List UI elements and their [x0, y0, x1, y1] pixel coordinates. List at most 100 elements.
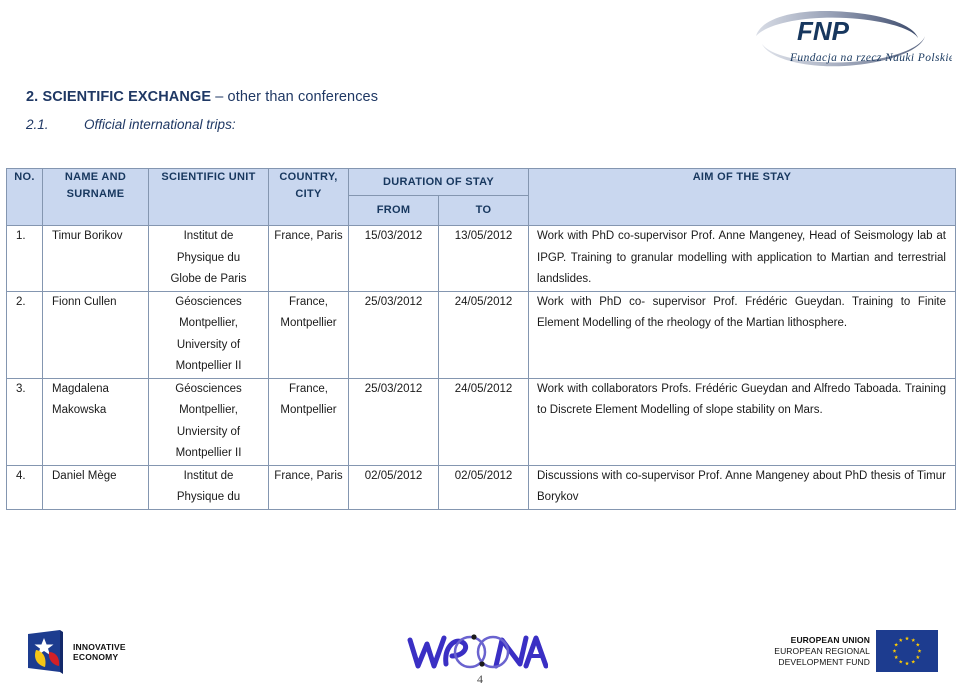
col-header-scientific-unit: SCIENTIFIC UNIT	[148, 168, 269, 226]
cell-country-city-line: France, Paris	[274, 469, 343, 482]
cell-scientific-unit-line: Institut de	[183, 469, 234, 482]
section-heading: 2. SCIENTIFIC EXCHANGE – other than conf…	[26, 86, 726, 108]
cell-no-line: 3.	[16, 382, 26, 395]
cell-scientific-unit-line: Géosciences	[175, 295, 242, 308]
innovative-economy-text: INNOVATIVE ECONOMY	[73, 642, 126, 663]
col-header-country-line2: CITY	[295, 188, 322, 200]
cell-country-city-line: Montpellier	[280, 404, 337, 416]
eu-flag-icon	[876, 630, 938, 672]
col-header-to: TO	[438, 195, 529, 226]
col-header-name-line1: NAME AND	[64, 171, 127, 183]
cell-to-date-line: 24/05/2012	[454, 382, 513, 395]
cell-scientific-unit-line: Physique du	[176, 491, 241, 503]
section-title: SCIENTIFIC EXCHANGE	[42, 89, 212, 105]
fnp-tagline: Fundacja na rzecz Nauki Polskiej	[789, 52, 952, 64]
cell-country-city: France, Paris	[268, 225, 349, 292]
page-number: 4	[477, 672, 483, 686]
col-header-aim: AIM OF THE STAY	[528, 168, 956, 226]
cell-country-city-line: Montpellier	[280, 317, 337, 329]
cell-to-date-line: 24/05/2012	[454, 295, 513, 308]
cell-name: Timur Borikov	[42, 225, 149, 292]
cell-to-date-line: 13/05/2012	[454, 230, 513, 242]
section-number: 2.	[26, 89, 39, 105]
innovative-economy-icon	[28, 630, 63, 674]
cell-to-date: 24/05/2012	[438, 290, 529, 379]
cell-to-date-line: 02/05/2012	[454, 469, 513, 482]
table-header: NO. NAME AND SURNAME SCIENTIFIC UNIT COU…	[6, 168, 956, 226]
cell-name: Daniel Mège	[42, 464, 149, 510]
col-header-no: NO.	[6, 168, 43, 226]
cell-scientific-unit-line: Montpellier,	[179, 317, 238, 329]
cell-to-date: 02/05/2012	[438, 464, 529, 510]
subsection-number: 2.1.	[26, 117, 49, 132]
subsection-heading: 2.1. Official international trips:	[26, 115, 726, 135]
innovative-economy-line2: ECONOMY	[73, 652, 119, 662]
table-row: 4. Daniel Mège Institut de Physique du Franc…	[6, 464, 956, 510]
cell-country-city-line: France,	[289, 295, 328, 308]
european-union-logo: EUROPEAN UNION EUROPEAN REGIONAL DEVELOP…	[774, 630, 938, 672]
fnp-logo-svg: FNP Fundacja na rzecz Nauki Polskiej	[756, 11, 958, 67]
cell-from-date-line: 02/05/2012	[364, 469, 423, 482]
cell-no: 4.	[6, 464, 43, 510]
table-body: 1. Timur Borikov Institut de Physique du Glo…	[6, 225, 956, 510]
eu-line2: EUROPEAN REGIONAL	[774, 645, 870, 656]
col-header-country-city: COUNTRY, CITY	[268, 168, 349, 226]
cell-from-date: 25/03/2012	[348, 290, 439, 379]
subsection-title: Official international trips:	[84, 117, 236, 132]
col-header-name: NAME AND SURNAME	[42, 168, 149, 226]
cell-aim-of-stay: Work with PhD co-supervisor Prof. Anne M…	[528, 225, 956, 292]
cell-country-city-line: France,	[289, 382, 328, 395]
cell-country-city: France, Montpellier	[268, 290, 349, 379]
cell-scientific-unit-line: Géosciences	[175, 382, 242, 395]
cell-country-city: France, Paris	[268, 464, 349, 510]
cell-name-line: Timur Borikov	[52, 230, 123, 242]
cell-no: 1.	[6, 225, 43, 292]
cell-no-line: 1.	[16, 230, 26, 242]
table-row: 2. Fionn Cullen Géosciences Montpellier, Uni…	[6, 290, 956, 379]
cell-scientific-unit: Institut de Physique du	[148, 464, 269, 510]
cell-scientific-unit: Géosciences Montpellier, University of Mont…	[148, 290, 269, 379]
cell-scientific-unit: Institut de Physique du Globe de Paris	[148, 225, 269, 292]
trips-table-wrapper: NO. NAME AND SURNAME SCIENTIFIC UNIT COU…	[6, 168, 956, 510]
fnp-acronym: FNP	[797, 16, 850, 46]
cell-scientific-unit-line: Globe de Paris	[170, 273, 247, 285]
cell-name-line: Makowska	[52, 404, 107, 416]
cell-from-date-line: 25/03/2012	[364, 382, 423, 395]
innovative-economy-logo: INNOVATIVE ECONOMY	[22, 628, 126, 676]
trips-table: NO. NAME AND SURNAME SCIENTIFIC UNIT COU…	[6, 168, 956, 510]
cell-aim-of-stay: Work with collaborators Profs. Frédéric …	[528, 377, 956, 466]
cell-scientific-unit: Géosciences Montpellier, Unviersity of Mont…	[148, 377, 269, 466]
cell-name-line: Fionn Cullen	[52, 295, 117, 308]
cell-to-date: 24/05/2012	[438, 377, 529, 466]
eu-line1: EUROPEAN UNION	[790, 634, 870, 645]
cell-scientific-unit-line: Montpellier II	[175, 447, 242, 459]
col-header-from: FROM	[348, 195, 439, 226]
cell-aim-of-stay: Work with PhD co- supervisor Prof. Frédé…	[528, 290, 956, 379]
cell-scientific-unit-line: Physique du	[176, 251, 241, 264]
table-row: 3. Magdalena Makowska Géosciences Montpellie…	[6, 377, 956, 466]
cell-name-line: Magdalena	[52, 382, 109, 395]
cell-name-line: Daniel Mège	[52, 469, 117, 482]
cell-no: 3.	[6, 377, 43, 466]
cell-scientific-unit-line: Unviersity of	[176, 425, 241, 438]
cell-name: Magdalena Makowska	[42, 377, 149, 466]
innovative-economy-line1: INNOVATIVE	[73, 641, 126, 652]
cell-from-date-line: 25/03/2012	[364, 295, 423, 308]
cell-no-line: 2.	[16, 295, 26, 308]
table-row: 1. Timur Borikov Institut de Physique du Glo…	[6, 225, 956, 292]
cell-country-city: France, Montpellier	[268, 377, 349, 466]
cell-no-line: 4.	[16, 469, 26, 482]
cell-scientific-unit-line: Montpellier,	[179, 404, 238, 416]
header-row-1: NO. NAME AND SURNAME SCIENTIFIC UNIT COU…	[6, 168, 956, 226]
cell-scientific-unit-line: University of	[176, 338, 241, 351]
cell-from-date: 25/03/2012	[348, 377, 439, 466]
section-suffix: – other than conferences	[215, 89, 379, 105]
cell-aim-of-stay: Discussions with co-supervisor Prof. Ann…	[528, 464, 956, 510]
cell-no: 2.	[6, 290, 43, 379]
eu-line3: DEVELOPMENT FUND	[778, 656, 870, 667]
cell-from-date-line: 15/03/2012	[364, 230, 423, 242]
cell-from-date: 15/03/2012	[348, 225, 439, 292]
col-header-country-line1: COUNTRY,	[279, 171, 338, 183]
cell-from-date: 02/05/2012	[348, 464, 439, 510]
section-headings: 2. SCIENTIFIC EXCHANGE – other than conf…	[26, 86, 726, 135]
